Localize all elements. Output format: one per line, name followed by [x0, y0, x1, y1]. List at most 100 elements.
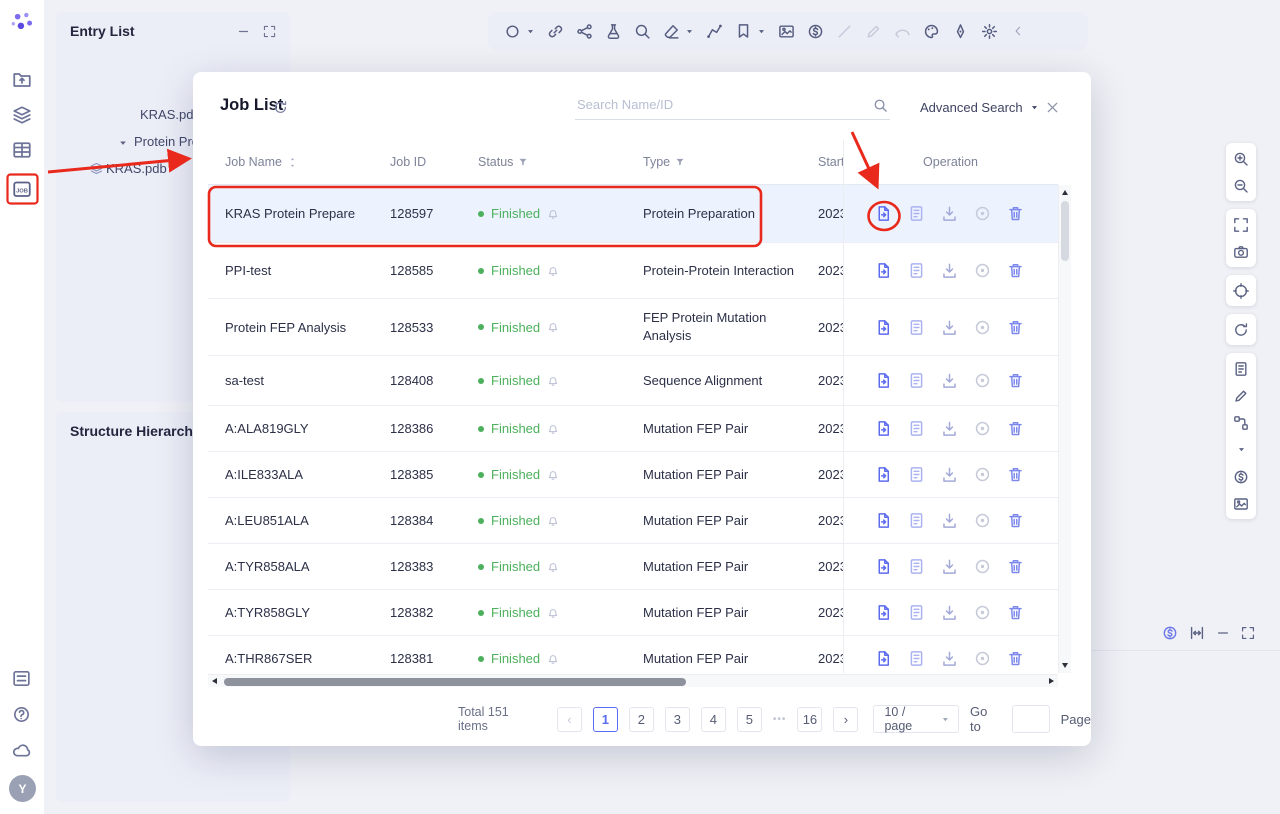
- scroll-left-arrow[interactable]: [212, 678, 217, 684]
- flask-icon[interactable]: [605, 23, 622, 40]
- settings-icon[interactable]: [981, 23, 998, 40]
- locate-icon[interactable]: [974, 466, 991, 483]
- download-icon[interactable]: [941, 650, 958, 667]
- next-page-button[interactable]: ›: [833, 706, 859, 732]
- download-icon[interactable]: [941, 604, 958, 621]
- delete-icon[interactable]: [1007, 466, 1024, 483]
- table-row[interactable]: A:ILE833ALA 128385 Finished Mutation FEP…: [208, 452, 1058, 498]
- column-status[interactable]: Status: [478, 155, 643, 169]
- page-size-select[interactable]: 10 / page: [873, 705, 960, 733]
- lasso-icon[interactable]: [894, 23, 911, 40]
- close-icon[interactable]: [1045, 100, 1060, 115]
- locate-icon[interactable]: [974, 420, 991, 437]
- page-button-16[interactable]: 16: [797, 706, 823, 732]
- scroll-up-arrow[interactable]: [1062, 190, 1068, 195]
- notify-icon[interactable]: [547, 515, 559, 527]
- notify-icon[interactable]: [547, 208, 559, 220]
- download-icon[interactable]: [941, 372, 958, 389]
- notify-icon[interactable]: [547, 469, 559, 481]
- download-icon[interactable]: [941, 466, 958, 483]
- job-log-icon[interactable]: [908, 512, 925, 529]
- locate-icon[interactable]: [974, 604, 991, 621]
- caret-down-icon[interactable]: [118, 138, 128, 148]
- refresh-icon[interactable]: [273, 100, 288, 115]
- workflow-icon[interactable]: [1226, 409, 1256, 436]
- page-button-4[interactable]: 4: [700, 706, 726, 732]
- app-logo-icon[interactable]: [9, 10, 35, 32]
- notify-icon[interactable]: [547, 561, 559, 573]
- download-icon[interactable]: [941, 420, 958, 437]
- reset-icon[interactable]: [1226, 316, 1256, 343]
- share-icon[interactable]: [576, 23, 593, 40]
- locate-icon[interactable]: [974, 512, 991, 529]
- notify-icon[interactable]: [547, 265, 559, 277]
- filter-icon[interactable]: [518, 157, 528, 167]
- caret-down-icon[interactable]: [1226, 436, 1256, 463]
- delete-icon[interactable]: [1007, 205, 1024, 222]
- job-detail-icon[interactable]: [875, 512, 892, 529]
- download-icon[interactable]: [941, 558, 958, 575]
- help-icon[interactable]: [12, 705, 31, 724]
- snapshot-icon[interactable]: [778, 23, 795, 40]
- minimize-icon[interactable]: [1216, 626, 1230, 640]
- structure-search-icon[interactable]: [634, 23, 651, 40]
- locate-icon[interactable]: [974, 205, 991, 222]
- zoom-in-icon[interactable]: [1226, 145, 1256, 172]
- pagination-ellipsis[interactable]: •••: [773, 714, 787, 725]
- notify-icon[interactable]: [547, 423, 559, 435]
- delete-icon[interactable]: [1007, 604, 1024, 621]
- orient-icon[interactable]: [1226, 277, 1256, 304]
- page-button-5[interactable]: 5: [736, 706, 762, 732]
- table-row[interactable]: A:THR867SER 128381 Finished Mutation FEP…: [208, 636, 1058, 673]
- table-row[interactable]: PPI-test 128585 Finished Protein-Protein…: [208, 243, 1058, 299]
- notify-icon[interactable]: [547, 321, 559, 333]
- pen-icon[interactable]: [952, 23, 969, 40]
- zoom-out-icon[interactable]: [1226, 172, 1256, 199]
- job-detail-icon[interactable]: [875, 650, 892, 667]
- page-button-2[interactable]: 2: [628, 706, 654, 732]
- delete-icon[interactable]: [1007, 262, 1024, 279]
- expand-icon[interactable]: [263, 25, 276, 38]
- horizontal-scrollbar-thumb[interactable]: [224, 677, 686, 686]
- sort-icon[interactable]: [287, 157, 298, 168]
- table-row[interactable]: A:TYR858GLY 128382 Finished Mutation FEP…: [208, 590, 1058, 636]
- table-icon[interactable]: [12, 140, 32, 160]
- caret-down-icon[interactable]: [526, 27, 535, 36]
- goto-page-input[interactable]: [1011, 705, 1050, 733]
- job-icon[interactable]: JOB: [12, 179, 32, 199]
- filter-icon[interactable]: [675, 157, 685, 167]
- price-icon[interactable]: [1226, 463, 1256, 490]
- caret-down-icon[interactable]: [685, 27, 694, 36]
- download-icon[interactable]: [941, 319, 958, 336]
- notify-icon[interactable]: [547, 607, 559, 619]
- table-row[interactable]: Protein FEP Analysis 128533 Finished FEP…: [208, 299, 1058, 356]
- job-detail-icon[interactable]: [875, 558, 892, 575]
- job-detail-icon[interactable]: [875, 604, 892, 621]
- table-row[interactable]: A:TYR858ALA 128383 Finished Mutation FEP…: [208, 544, 1058, 590]
- job-detail-icon[interactable]: [875, 262, 892, 279]
- job-log-icon[interactable]: [908, 604, 925, 621]
- download-icon[interactable]: [941, 262, 958, 279]
- page-button-1[interactable]: 1: [592, 706, 618, 732]
- job-log-icon[interactable]: [908, 205, 925, 222]
- job-log-icon[interactable]: [908, 466, 925, 483]
- locate-icon[interactable]: [974, 262, 991, 279]
- import-icon[interactable]: [12, 70, 32, 90]
- link-icon[interactable]: [547, 23, 564, 40]
- delete-icon[interactable]: [1007, 512, 1024, 529]
- delete-icon[interactable]: [1007, 558, 1024, 575]
- minimize-icon[interactable]: [237, 25, 250, 38]
- fit-view-icon[interactable]: [1226, 211, 1256, 238]
- delete-icon[interactable]: [1007, 319, 1024, 336]
- column-type[interactable]: Type: [643, 155, 818, 169]
- vertical-scrollbar-thumb[interactable]: [1061, 201, 1069, 261]
- entry-item[interactable]: KRAS.pdb: [106, 161, 167, 176]
- table-row[interactable]: A:LEU851ALA 128384 Finished Mutation FEP…: [208, 498, 1058, 544]
- job-detail-icon[interactable]: [875, 372, 892, 389]
- job-detail-icon[interactable]: [875, 420, 892, 437]
- caret-down-icon[interactable]: [757, 27, 766, 36]
- search-icon[interactable]: [873, 98, 888, 113]
- page-button-3[interactable]: 3: [664, 706, 690, 732]
- distance-icon[interactable]: [1189, 625, 1205, 641]
- advanced-search-button[interactable]: Advanced Search: [920, 100, 1039, 115]
